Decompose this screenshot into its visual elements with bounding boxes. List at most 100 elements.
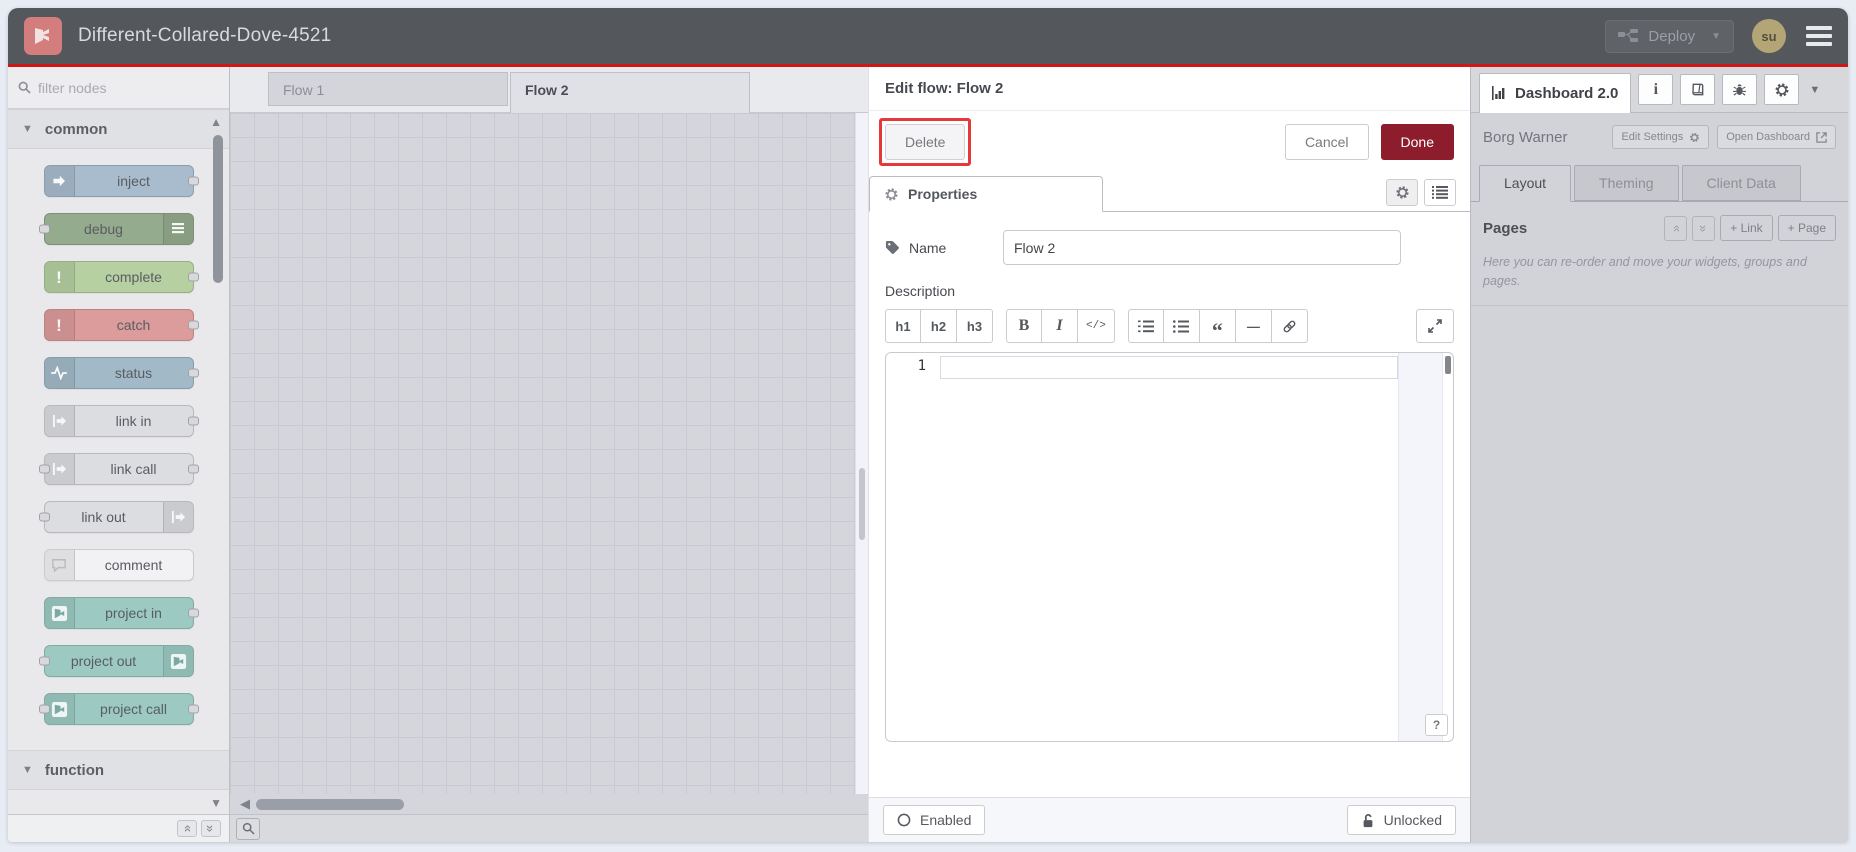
heading2-button[interactable]: h2 [921,309,957,343]
palette-category-common[interactable]: ▼ common [8,109,229,149]
tab-flow-2[interactable]: Flow 2 [510,72,750,113]
palette-node-catch[interactable]: ! catch [43,309,199,341]
node-output-port [187,416,199,426]
move-up-button[interactable]: » [1663,215,1688,241]
info-tab-button[interactable]: i [1638,74,1674,105]
unordered-list-icon [1173,319,1190,333]
tab-client-data[interactable]: Client Data [1681,165,1801,201]
scroll-left-icon[interactable]: ◀ [240,796,250,812]
flow-canvas[interactable] [230,113,868,794]
dialog-actions: Delete Cancel Done [869,111,1470,172]
hscroll-thumb[interactable] [256,798,404,810]
flow-name-input[interactable] [1003,230,1402,265]
add-page-button[interactable]: + Page [1777,215,1836,241]
palette-node-comment[interactable]: comment [43,549,194,581]
canvas-vertical-scrollbar[interactable] [855,113,868,794]
horizontal-rule-button[interactable]: — [1235,309,1272,343]
tab-theming[interactable]: Theming [1574,165,1679,201]
node-input-port [38,224,50,234]
editor-active-line [940,356,1398,379]
editor-scrollbar[interactable] [1442,353,1453,741]
tab-dashboard-2[interactable]: Dashboard 2.0 [1479,72,1632,113]
blockquote-button[interactable]: “ [1199,309,1236,343]
palette-node-link-in[interactable]: link in [43,405,199,437]
settings-tab-button[interactable] [1764,74,1800,105]
bold-button[interactable]: B [1006,309,1042,343]
flow-lock-toggle[interactable]: Unlocked [1346,805,1456,835]
palette-node-project-in[interactable]: project in [43,597,199,629]
palette-scroll-up-icon[interactable]: ▲ [210,115,222,129]
palette-category-function[interactable]: ▼ function [8,750,229,790]
circle-icon [897,813,911,827]
palette-scrollbar[interactable] [213,135,223,283]
gear-icon [1690,132,1700,142]
deploy-dropdown-caret[interactable]: ▼ [1711,31,1721,42]
italic-button[interactable]: I [1042,309,1078,343]
workspace: Flow 1 Flow 2 ◀ [230,67,868,842]
node-output-port [187,464,199,474]
dashboard-project-row: Borg Warner Edit Settings Open Dashboard [1471,113,1848,159]
deploy-button[interactable]: Deploy ▼ [1605,19,1734,53]
link-arrow-icon [52,462,66,476]
code-button[interactable]: </> [1078,309,1115,343]
main-menu-icon[interactable] [1804,22,1834,50]
move-down-button[interactable]: » [1692,215,1716,241]
done-button[interactable]: Done [1380,124,1454,160]
palette-node-project-call[interactable]: project call [38,693,199,725]
sidebar-menu-caret[interactable]: ▼ [1809,84,1820,96]
palette-node-link-out[interactable]: link out [38,501,194,533]
tab-layout[interactable]: Layout [1479,165,1572,202]
user-avatar[interactable]: su [1752,19,1786,53]
palette-footer: » » [8,814,229,842]
palette-node-inject[interactable]: inject [43,165,199,197]
delete-button[interactable]: Delete [879,118,972,166]
ordered-list-button[interactable] [1127,309,1164,343]
magnifier-icon [242,822,255,835]
heading1-button[interactable]: h1 [885,309,921,343]
editor-help-button[interactable]: ? [1425,714,1448,736]
debug-tab-button[interactable] [1722,74,1758,105]
edit-properties-button[interactable] [1386,179,1418,206]
palette-expand-all-button[interactable]: » [201,820,221,837]
canvas-horizontal-scrollbar[interactable]: ◀ [230,794,868,814]
exclamation-icon: ! [56,315,62,335]
palette-list: ▼ common inject debug ! complete ! catch statu… [8,109,229,814]
expand-editor-button[interactable] [1416,309,1454,343]
node-input-port [38,464,50,474]
help-tab-button[interactable] [1680,74,1716,105]
dashboard-project-name: Borg Warner [1483,128,1568,146]
description-editor[interactable]: 1 ? [885,352,1454,742]
node-input-port [38,704,50,714]
palette-collapse-all-button[interactable]: » [177,820,197,837]
edit-flow-dialog: Edit flow: Flow 2 Delete Cancel Done Pro… [868,67,1470,842]
cancel-button[interactable]: Cancel [1284,124,1369,160]
filter-nodes-input[interactable] [38,79,188,96]
palette-node-project-out[interactable]: project out [38,645,194,677]
canvas-zoom-button[interactable] [236,817,260,840]
palette-node-status[interactable]: status [43,357,199,389]
palette-scroll-down-icon[interactable]: ▼ [210,796,222,810]
palette-node-debug[interactable]: debug [38,213,194,245]
edit-settings-button[interactable]: Edit Settings [1612,125,1710,149]
unordered-list-button[interactable] [1163,309,1200,343]
chevron-down-icon: ▼ [22,764,33,776]
palette-search[interactable] [8,67,229,109]
link-button[interactable] [1271,309,1308,343]
add-link-button[interactable]: + Link [1720,215,1773,241]
palette-node-link-call[interactable]: link call [38,453,199,485]
instance-title: Different-Collared-Dove-4521 [78,25,332,46]
description-list-button[interactable] [1424,179,1456,206]
heading3-button[interactable]: h3 [957,309,993,343]
node-label: comment [104,557,163,573]
flow-enabled-toggle[interactable]: Enabled [883,805,986,835]
dialog-title: Edit flow: Flow 2 [869,67,1470,111]
open-dashboard-button[interactable]: Open Dashboard [1717,125,1836,149]
node-label: inject [117,173,150,189]
tab-flow-1[interactable]: Flow 1 [268,72,508,106]
node-label: project call [100,701,167,717]
expand-icon [1428,319,1442,333]
editor-text-area[interactable] [940,353,1398,741]
flow-tabbar: Flow 1 Flow 2 [230,67,868,113]
tab-properties[interactable]: Properties [869,176,1103,212]
palette-node-complete[interactable]: ! complete [43,261,199,293]
